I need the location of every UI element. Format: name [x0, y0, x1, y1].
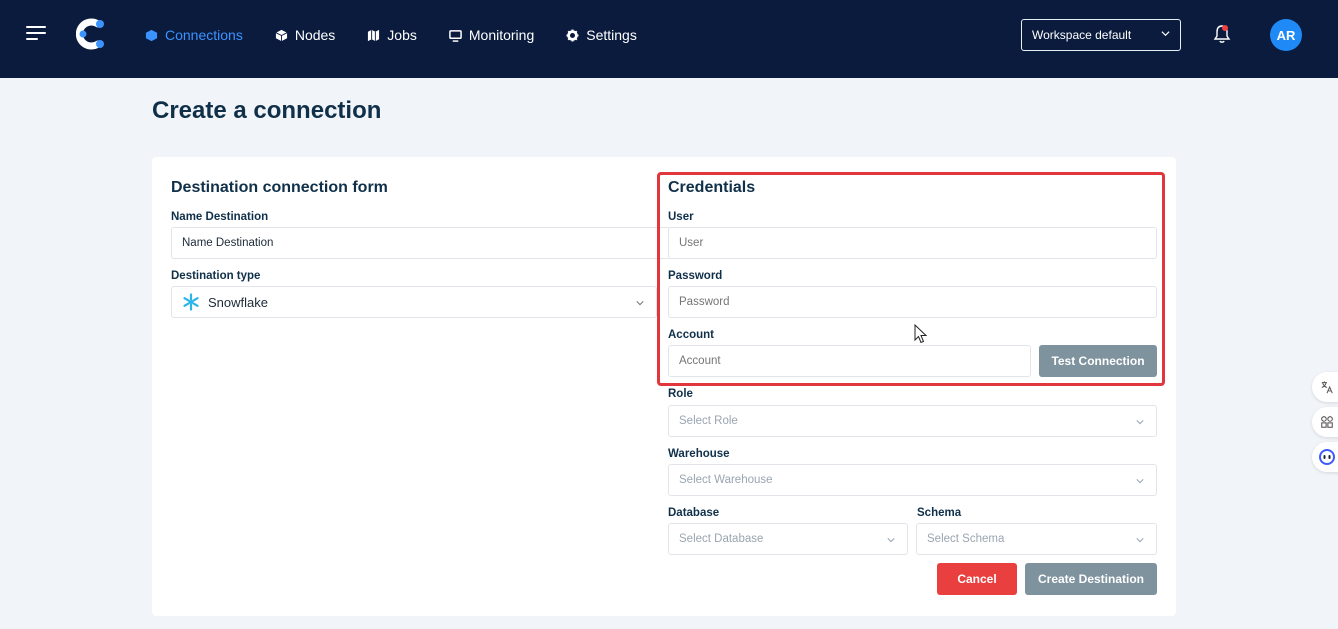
warehouse-select[interactable]: Select Warehouse [668, 464, 1157, 496]
nav-monitoring-label: Monitoring [468, 27, 535, 43]
chevron-down-icon [636, 301, 644, 306]
assistant-bot-icon[interactable] [1312, 442, 1338, 472]
password-input[interactable] [668, 286, 1157, 318]
chevron-down-icon [1136, 538, 1144, 543]
gear-icon [566, 28, 579, 42]
translate-icon[interactable] [1312, 372, 1338, 402]
destination-type-select[interactable]: Snowflake [171, 286, 657, 318]
app-logo-icon[interactable] [76, 18, 108, 50]
nav-connections[interactable]: Connections [145, 25, 243, 45]
chevron-down-icon [887, 538, 895, 543]
map-icon [368, 29, 380, 41]
role-select[interactable]: Select Role [668, 405, 1157, 437]
nav-settings[interactable]: Settings [566, 25, 637, 45]
user-avatar[interactable]: AR [1270, 19, 1302, 51]
nav-settings-label: Settings [586, 27, 637, 43]
test-connection-button[interactable]: Test Connection [1039, 345, 1157, 377]
monitor-icon [449, 29, 462, 42]
user-input[interactable] [668, 227, 1157, 259]
main-nav: Connections Nodes Jobs Monitoring Settin… [145, 25, 669, 45]
nav-nodes-label: Nodes [294, 27, 336, 43]
name-destination-input[interactable]: Name Destination [171, 227, 671, 259]
nav-connections-label: Connections [165, 27, 243, 43]
destination-form-title: Destination connection form [171, 179, 388, 196]
user-label: User [668, 211, 694, 223]
cancel-button[interactable]: Cancel [937, 563, 1017, 595]
role-select-placeholder: Select Role [679, 415, 738, 427]
page-title: Create a connection [152, 97, 382, 124]
name-destination-value: Name Destination [182, 237, 274, 249]
schema-label: Schema [917, 507, 962, 519]
destination-type-value: Snowflake [208, 294, 268, 310]
schema-select[interactable]: Select Schema [916, 523, 1157, 555]
password-label: Password [668, 270, 723, 282]
hamburger-menu-icon[interactable] [26, 24, 46, 42]
grid-apps-icon[interactable] [1312, 407, 1338, 437]
database-label: Database [668, 507, 720, 519]
apps-glyph-icon [1321, 416, 1333, 428]
warehouse-label: Warehouse [668, 448, 730, 460]
workspace-select-value: Workspace default [1032, 28, 1132, 42]
account-label: Account [668, 329, 714, 341]
account-input[interactable] [668, 345, 1031, 377]
create-destination-button[interactable]: Create Destination [1025, 563, 1157, 595]
workspace-select[interactable]: Workspace default [1021, 19, 1181, 51]
name-destination-label: Name Destination [171, 211, 269, 223]
bot-glyph-icon [1319, 449, 1335, 465]
chevron-down-icon [1161, 31, 1170, 37]
warehouse-select-placeholder: Select Warehouse [679, 474, 773, 486]
notification-badge [1222, 25, 1228, 31]
cube-icon [145, 29, 158, 41]
nav-monitoring[interactable]: Monitoring [449, 25, 534, 45]
schema-select-placeholder: Select Schema [927, 533, 1005, 545]
role-label: Role [668, 388, 693, 400]
translate-glyph-icon [1321, 381, 1333, 394]
box-icon [275, 29, 288, 41]
nav-nodes[interactable]: Nodes [275, 25, 335, 45]
chevron-down-icon [1136, 420, 1144, 425]
chevron-down-icon [1136, 479, 1144, 484]
database-select[interactable]: Select Database [668, 523, 908, 555]
destination-type-label: Destination type [171, 270, 261, 282]
nav-jobs-label: Jobs [387, 27, 417, 43]
credentials-title: Credentials [668, 179, 756, 196]
database-select-placeholder: Select Database [679, 533, 764, 545]
nav-jobs[interactable]: Jobs [367, 25, 417, 45]
top-navigation-bar: Connections Nodes Jobs Monitoring Settin… [0, 0, 1338, 78]
snowflake-icon [183, 293, 199, 311]
